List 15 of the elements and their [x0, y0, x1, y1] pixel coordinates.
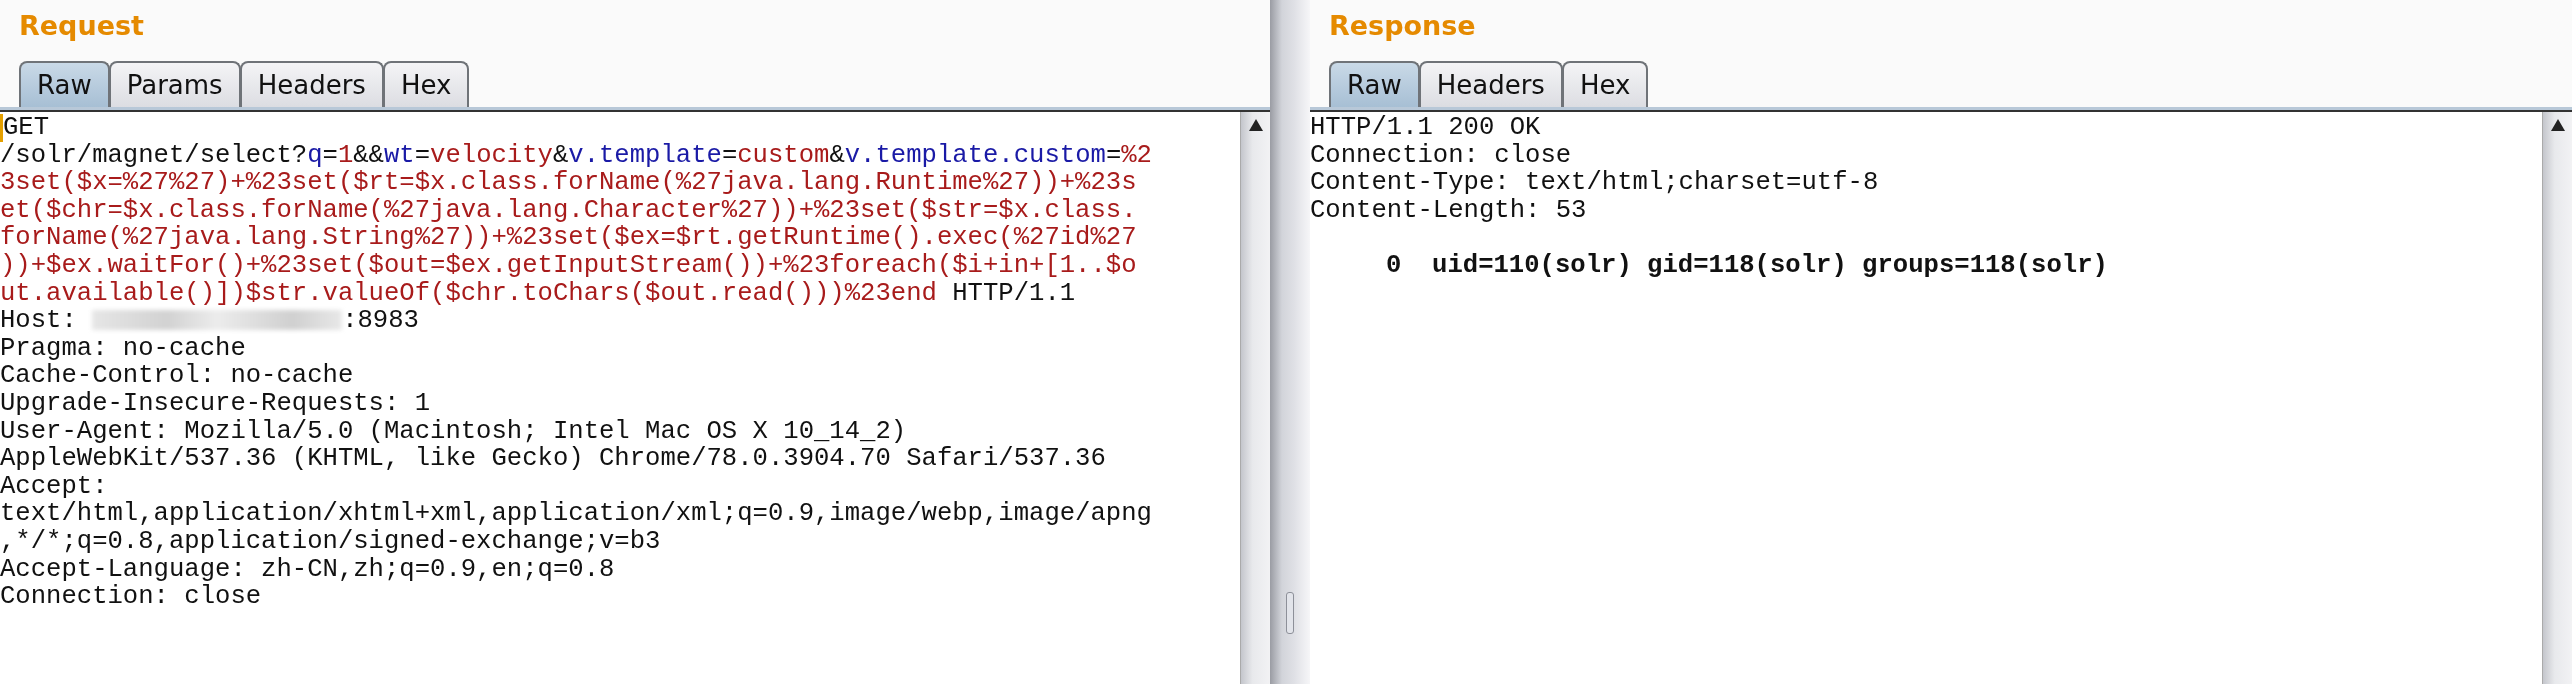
tab[interactable]: Raw [19, 61, 110, 107]
up-arrow-icon[interactable] [2549, 118, 2566, 132]
request-title: Request [18, 9, 145, 43]
tab[interactable]: Params [108, 61, 241, 107]
tab[interactable]: Hex [1561, 61, 1649, 107]
splitter-handle[interactable] [1286, 592, 1294, 634]
up-arrow-icon[interactable] [1247, 118, 1264, 132]
tab[interactable]: Headers [239, 61, 384, 107]
tab[interactable]: Headers [1418, 61, 1563, 107]
scrollbar[interactable] [1240, 112, 1270, 684]
response-title: Response [1328, 9, 1477, 43]
scrollbar[interactable] [2542, 112, 2572, 684]
tab[interactable]: Raw [1329, 61, 1420, 107]
tab[interactable]: Hex [382, 61, 470, 107]
splitter[interactable] [1270, 0, 1310, 684]
